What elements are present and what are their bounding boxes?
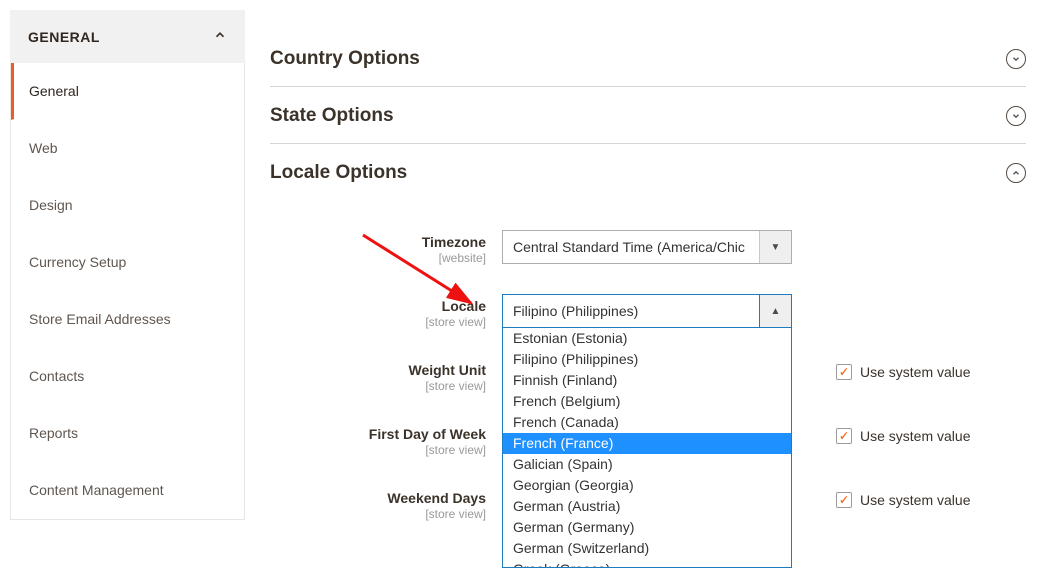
checkbox-use-system-firstday[interactable]: ✓ xyxy=(836,428,852,444)
section-locale-options[interactable]: Locale Options xyxy=(270,144,1026,200)
sidebar-item-store-email-addresses[interactable]: Store Email Addresses xyxy=(11,291,244,348)
chevron-up-icon xyxy=(1006,163,1026,183)
locale-option[interactable]: French (Canada) xyxy=(503,412,791,433)
chevron-down-icon xyxy=(1006,49,1026,69)
scope-weight-unit: [store view] xyxy=(270,379,486,393)
sidebar-item-design[interactable]: Design xyxy=(11,177,244,234)
locale-option[interactable]: German (Switzerland) xyxy=(503,538,791,559)
sidebar-section-general[interactable]: GENERAL xyxy=(10,10,245,63)
label-weekend: Weekend Days xyxy=(270,490,486,506)
checkbox-use-system-weight[interactable]: ✓ xyxy=(836,364,852,380)
scope-weekend: [store view] xyxy=(270,507,486,521)
locale-option[interactable]: French (France) xyxy=(503,433,791,454)
label-timezone: Timezone xyxy=(270,234,486,250)
locale-option[interactable]: Filipino (Philippines) xyxy=(503,349,791,370)
scope-timezone: [website] xyxy=(270,251,486,265)
sidebar-item-currency-setup[interactable]: Currency Setup xyxy=(11,234,244,291)
use-system-label: Use system value xyxy=(860,492,970,508)
locale-option[interactable]: Estonian (Estonia) xyxy=(503,328,791,349)
locale-option[interactable]: Galician (Spain) xyxy=(503,454,791,475)
sidebar-item-web[interactable]: Web xyxy=(11,120,244,177)
sidebar-header-label: GENERAL xyxy=(28,29,100,45)
dropdown-toggle-icon[interactable]: ▲ xyxy=(759,295,791,327)
section-state-options[interactable]: State Options xyxy=(270,87,1026,144)
scope-first-day: [store view] xyxy=(270,443,486,457)
checkbox-use-system-weekend[interactable]: ✓ xyxy=(836,492,852,508)
field-locale: Locale [store view] Filipino (Philippine… xyxy=(270,294,1026,330)
locale-option[interactable]: French (Belgium) xyxy=(503,391,791,412)
chevron-up-icon xyxy=(213,28,227,45)
locale-option[interactable]: Georgian (Georgia) xyxy=(503,475,791,496)
locale-option[interactable]: German (Austria) xyxy=(503,496,791,517)
sidebar-item-general[interactable]: General xyxy=(11,63,244,120)
scope-locale: [store view] xyxy=(270,315,486,329)
chevron-down-icon xyxy=(1006,106,1026,126)
main-panel: Country Options State Options Locale Opt… xyxy=(245,0,1056,550)
field-timezone: Timezone [website] Central Standard Time… xyxy=(270,230,1026,266)
sidebar-item-reports[interactable]: Reports xyxy=(11,405,244,462)
config-sidebar: GENERAL GeneralWebDesignCurrency SetupSt… xyxy=(10,10,245,550)
label-first-day: First Day of Week xyxy=(270,426,486,442)
use-system-label: Use system value xyxy=(860,364,970,380)
section-country-options[interactable]: Country Options xyxy=(270,30,1026,87)
dropdown-toggle-icon[interactable]: ▼ xyxy=(759,231,791,263)
use-system-label: Use system value xyxy=(860,428,970,444)
sidebar-item-content-management[interactable]: Content Management xyxy=(11,462,244,519)
label-locale: Locale xyxy=(270,298,486,314)
sidebar-item-contacts[interactable]: Contacts xyxy=(11,348,244,405)
locale-option[interactable]: German (Germany) xyxy=(503,517,791,538)
select-timezone[interactable]: Central Standard Time (America/Chic ▼ xyxy=(502,230,792,264)
select-locale[interactable]: Filipino (Philippines) ▲ xyxy=(502,294,792,328)
locale-option[interactable]: Greek (Greece) xyxy=(503,559,791,568)
locale-dropdown[interactable]: Estonian (Estonia)Filipino (Philippines)… xyxy=(502,328,792,568)
label-weight-unit: Weight Unit xyxy=(270,362,486,378)
locale-option[interactable]: Finnish (Finland) xyxy=(503,370,791,391)
